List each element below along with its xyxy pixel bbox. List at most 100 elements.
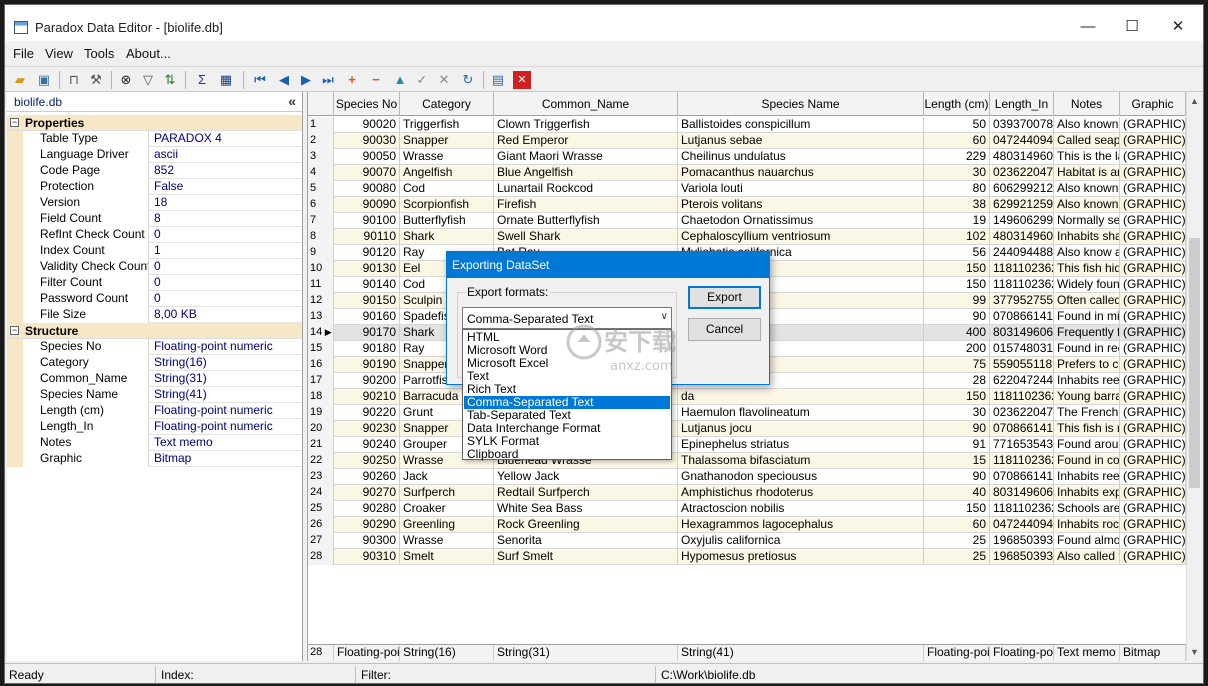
table-cell[interactable]: Found aroun bbox=[1054, 437, 1120, 453]
table-row[interactable]: 25 90280 Croaker White Sea Bass Atractoscion… bbox=[308, 501, 1186, 517]
table-cell[interactable]: (GRAPHIC) bbox=[1120, 533, 1186, 549]
table-cell[interactable]: Redtail Surfperch bbox=[494, 485, 678, 501]
table-cell[interactable]: 25 bbox=[924, 549, 990, 565]
table-cell[interactable]: 150 bbox=[924, 277, 990, 293]
table-cell[interactable]: 3779527559 bbox=[990, 293, 1054, 309]
table-cell[interactable]: 90300 bbox=[334, 533, 400, 549]
table-cell[interactable]: (GRAPHIC) bbox=[1120, 389, 1186, 405]
property-row[interactable]: Protection False bbox=[7, 179, 302, 195]
table-cell[interactable]: (GRAPHIC) bbox=[1120, 373, 1186, 389]
property-row[interactable]: Field Count 8 bbox=[7, 211, 302, 227]
table-cell[interactable]: (GRAPHIC) bbox=[1120, 133, 1186, 149]
table-cell[interactable]: 0472440945 bbox=[990, 133, 1054, 149]
refresh-icon[interactable]: ↻ bbox=[459, 71, 477, 89]
table-cell[interactable]: (GRAPHIC) bbox=[1120, 501, 1186, 517]
table-cell[interactable]: (GRAPHIC) bbox=[1120, 117, 1186, 133]
table-row[interactable]: 7 90100 Butterflyfish Ornate Butterflyfish C… bbox=[308, 213, 1186, 229]
close-table-icon[interactable]: ✕ bbox=[513, 71, 531, 89]
table-cell[interactable]: Found in ree bbox=[1054, 341, 1120, 357]
find-binoculars-icon[interactable]: ⊗ bbox=[117, 71, 135, 89]
table-cell[interactable]: (GRAPHIC) bbox=[1120, 325, 1186, 341]
maximize-button[interactable]: ☐ bbox=[1109, 13, 1155, 41]
table-cell[interactable]: This fish is na bbox=[1054, 421, 1120, 437]
property-row[interactable]: Length_In Floating-point numeric bbox=[7, 419, 302, 435]
column-header[interactable]: Species No bbox=[334, 92, 400, 116]
delete-record-icon[interactable]: − bbox=[367, 71, 385, 89]
table-cell[interactable]: Also known a bbox=[1054, 181, 1120, 197]
table-cell[interactable]: 90 bbox=[924, 421, 990, 437]
column-header[interactable]: Length (cm) bbox=[924, 92, 990, 116]
table-cell[interactable]: (GRAPHIC) bbox=[1120, 549, 1186, 565]
table-cell[interactable]: 2440944882 bbox=[990, 245, 1054, 261]
table-cell[interactable]: Haemulon flavolineatum bbox=[678, 405, 924, 421]
table-cell[interactable]: Cephaloscyllium ventriosum bbox=[678, 229, 924, 245]
last-record-icon[interactable]: ⏭ bbox=[319, 71, 337, 89]
table-cell[interactable]: Normally see bbox=[1054, 213, 1120, 229]
table-cell[interactable]: 28 bbox=[924, 373, 990, 389]
table-cell[interactable]: (GRAPHIC) bbox=[1120, 437, 1186, 453]
table-cell[interactable]: Firefish bbox=[494, 197, 678, 213]
collapse-panel-icon[interactable]: « bbox=[288, 93, 296, 109]
table-row[interactable]: 2 90030 Snapper Red Emperor Lutjanus sebae 60… bbox=[308, 133, 1186, 149]
table-cell[interactable]: (GRAPHIC) bbox=[1120, 213, 1186, 229]
table-cell[interactable]: (GRAPHIC) bbox=[1120, 149, 1186, 165]
collapse-toggle-icon[interactable]: − bbox=[10, 118, 19, 127]
table-cell[interactable]: White Sea Bass bbox=[494, 501, 678, 517]
table-cell[interactable]: Widely found bbox=[1054, 277, 1120, 293]
column-header[interactable]: Species Name bbox=[678, 92, 924, 116]
table-cell[interactable]: (GRAPHIC) bbox=[1120, 293, 1186, 309]
table-cell[interactable]: (GRAPHIC) bbox=[1120, 197, 1186, 213]
table-cell[interactable]: 30 bbox=[924, 405, 990, 421]
filter-icon[interactable]: ▽ bbox=[139, 71, 157, 89]
table-cell[interactable]: 90190 bbox=[334, 357, 400, 373]
property-row[interactable]: Version 18 bbox=[7, 195, 302, 211]
table-cell[interactable]: Also known a bbox=[1054, 117, 1120, 133]
table-cell[interactable]: 90220 bbox=[334, 405, 400, 421]
table-cell[interactable]: 90 bbox=[924, 309, 990, 325]
database-icon[interactable]: ▤ bbox=[489, 71, 507, 89]
table-row[interactable]: 6 90090 Scorpionfish Firefish Pterois volita… bbox=[308, 197, 1186, 213]
property-row[interactable]: Graphic Bitmap bbox=[7, 451, 302, 467]
property-row[interactable]: Language Driver ascii bbox=[7, 147, 302, 163]
column-header[interactable]: Graphic bbox=[1120, 92, 1186, 116]
table-cell[interactable]: Surfperch bbox=[400, 485, 494, 501]
property-row[interactable]: RefInt Check Count 0 bbox=[7, 227, 302, 243]
table-cell[interactable]: (GRAPHIC) bbox=[1120, 469, 1186, 485]
table-row[interactable]: 21 90240 Grouper Epinephelus striatus 91 7716… bbox=[308, 437, 1186, 453]
table-cell[interactable]: Smelt bbox=[400, 549, 494, 565]
table-row[interactable]: 1 90020 Triggerfish Clown Triggerfish Ballis… bbox=[308, 117, 1186, 133]
table-cell[interactable]: Inhabits expo bbox=[1054, 485, 1120, 501]
table-cell[interactable]: 75 bbox=[924, 357, 990, 373]
export-button[interactable]: Export bbox=[688, 286, 761, 309]
table-cell[interactable]: 90260 bbox=[334, 469, 400, 485]
table-cell[interactable]: (GRAPHIC) bbox=[1120, 261, 1186, 277]
cancel-button[interactable]: Cancel bbox=[688, 318, 761, 341]
property-row[interactable]: Index Count 1 bbox=[7, 243, 302, 259]
table-cell[interactable]: Lutjanus jocu bbox=[678, 421, 924, 437]
table-cell[interactable]: Habitat is arc bbox=[1054, 165, 1120, 181]
table-cell[interactable]: 0236220472 bbox=[990, 405, 1054, 421]
table-row[interactable]: 28 90310 Smelt Surf Smelt Hypomesus pretiosu… bbox=[308, 549, 1186, 565]
grid-settings-icon[interactable]: ▦ bbox=[217, 71, 235, 89]
scroll-up-icon[interactable]: ▲ bbox=[1187, 94, 1200, 109]
sum-icon[interactable]: Σ bbox=[193, 71, 211, 89]
property-row[interactable]: Validity Check Count 0 bbox=[7, 259, 302, 275]
table-row[interactable]: 3 90050 Wrasse Giant Maori Wrasse Cheilinus … bbox=[308, 149, 1186, 165]
table-cell[interactable]: 15 bbox=[924, 453, 990, 469]
table-cell[interactable]: 25 bbox=[924, 533, 990, 549]
table-cell[interactable]: Lunartail Rockcod bbox=[494, 181, 678, 197]
table-cell[interactable]: 90020 bbox=[334, 117, 400, 133]
table-cell[interactable]: Gnathanodon speciousus bbox=[678, 469, 924, 485]
property-row[interactable]: Code Page 852 bbox=[7, 163, 302, 179]
table-cell[interactable]: 1181102362 bbox=[990, 261, 1054, 277]
table-cell[interactable]: Inhabits reef bbox=[1054, 373, 1120, 389]
table-cell[interactable]: 1181102362 bbox=[990, 389, 1054, 405]
table-cell[interactable]: This is the lar bbox=[1054, 149, 1120, 165]
print-icon[interactable]: ▣ bbox=[35, 71, 53, 89]
table-cell[interactable]: Clown Triggerfish bbox=[494, 117, 678, 133]
table-cell[interactable]: 0708661417 bbox=[990, 421, 1054, 437]
table-cell[interactable]: 8031496063 bbox=[990, 325, 1054, 341]
table-cell[interactable]: 90160 bbox=[334, 309, 400, 325]
table-cell[interactable]: Atractoscion nobilis bbox=[678, 501, 924, 517]
table-cell[interactable]: 90310 bbox=[334, 549, 400, 565]
